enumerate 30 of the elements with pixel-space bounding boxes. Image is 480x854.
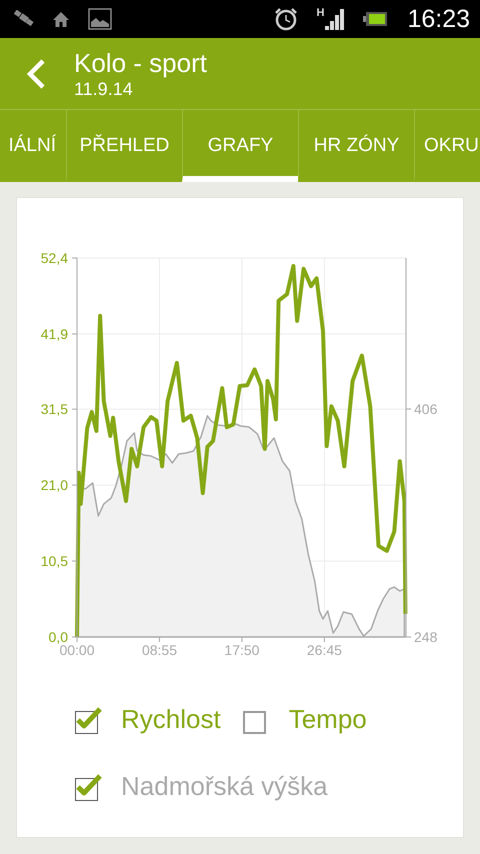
- legend-label: Tempo: [288, 704, 367, 735]
- activity-title: Kolo - sport: [74, 48, 207, 78]
- clock-time: 16:23: [407, 4, 470, 34]
- battery-icon: [363, 12, 388, 26]
- legend-label: Nadmořská výška: [121, 771, 328, 802]
- satellite-icon: [14, 10, 34, 28]
- y-axis-label: 31,5: [40, 401, 68, 418]
- back-icon[interactable]: [26, 58, 46, 88]
- y-axis-label: 52,4: [40, 250, 68, 266]
- tab[interactable]: GRAFY: [182, 110, 298, 182]
- x-axis-label: 00:00: [59, 642, 95, 658]
- y-axis-label: 21,0: [40, 477, 68, 494]
- picture-icon: [88, 8, 112, 30]
- alarm-clock-icon: [274, 7, 298, 31]
- x-axis-label: 17:50: [224, 642, 260, 658]
- activity-date: 11.9.14: [74, 78, 134, 100]
- tab[interactable]: OKRU: [414, 110, 478, 182]
- x-axis-label: 26:45: [306, 642, 342, 658]
- checkbox[interactable]: [75, 705, 103, 734]
- y-axis-label: 10,5: [40, 553, 68, 570]
- y-axis-label: 41,9: [40, 326, 68, 342]
- y-axis-label: 406: [414, 400, 438, 417]
- signal-icon: [325, 8, 346, 30]
- y-axis-label: 248: [414, 629, 438, 645]
- home-icon: [52, 10, 70, 28]
- checkbox[interactable]: [75, 772, 103, 801]
- network-type-label: H: [316, 8, 324, 19]
- x-axis-label: 08:55: [142, 642, 177, 658]
- legend-label: Rychlost: [121, 704, 221, 735]
- y-axis-label: 0,0: [48, 629, 68, 645]
